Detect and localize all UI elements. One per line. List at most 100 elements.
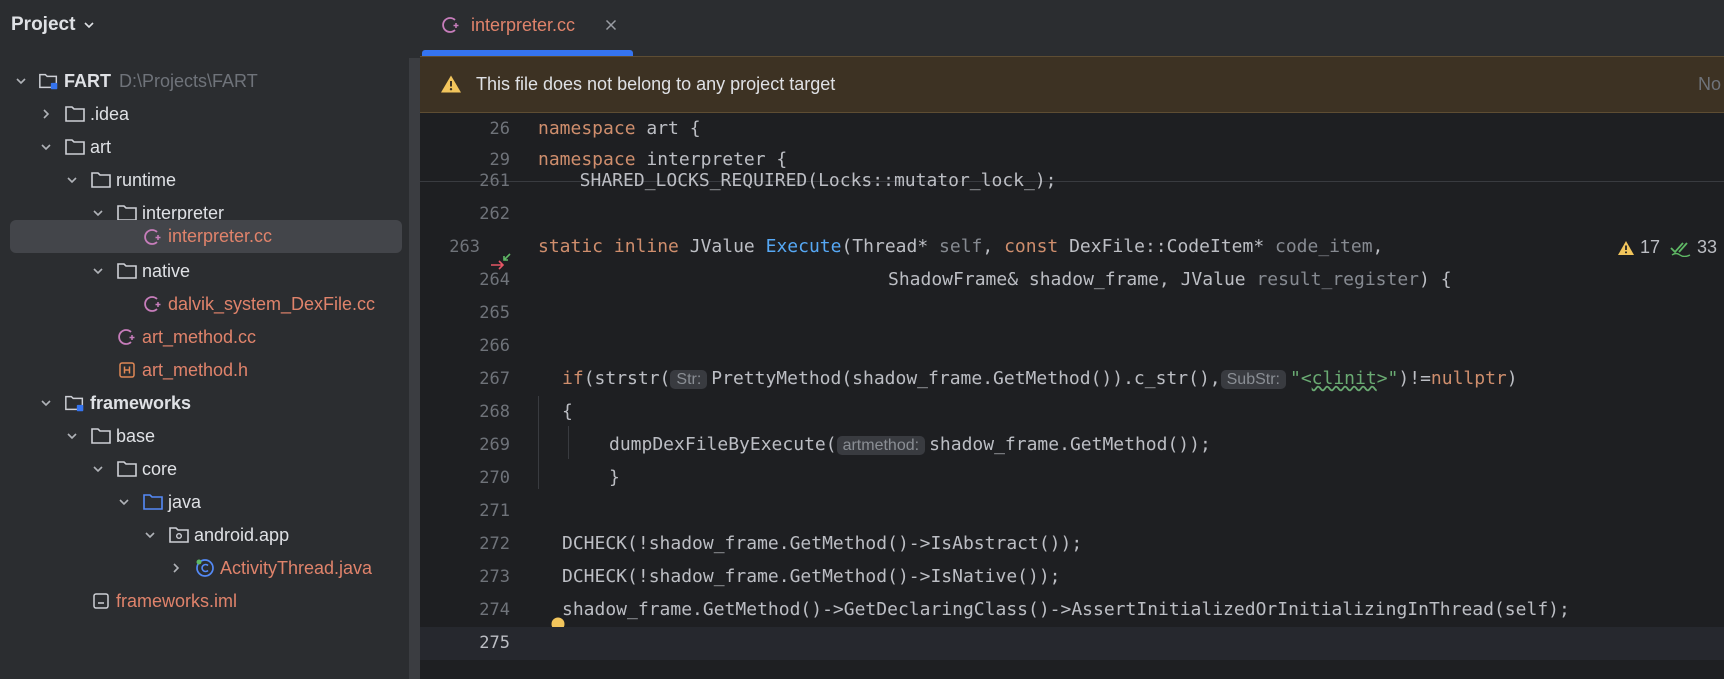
project-tree: FART D:\Projects\FART .idea art runtime i… (0, 63, 406, 611)
tree-node-label: interpreter.cc (168, 226, 273, 246)
code-line[interactable]: 269 dumpDexFileByExecute(artmethod: shado… (420, 429, 1724, 462)
tree-node-fart[interactable]: FART D:\Projects\FART (0, 63, 406, 99)
warning-icon (440, 74, 462, 99)
project-path: D:\Projects\FART (119, 70, 258, 91)
code-line[interactable]: 270 } (420, 462, 1724, 495)
code-line[interactable]: 273 DCHECK(!shadow_frame.GetMethod()->Is… (420, 561, 1724, 594)
chevron-right-icon[interactable] (39, 107, 53, 121)
code-keyword: namespace (538, 118, 636, 139)
banner-message: This file does not belong to any project… (476, 74, 836, 94)
code-text-part: , (982, 236, 1005, 257)
sticky-line[interactable]: 26 namespace art { (420, 113, 1724, 146)
editor-tab-bar: interpreter.cc (420, 0, 1724, 56)
tree-node-label: FART (64, 70, 111, 91)
cpp-file-icon (142, 226, 164, 248)
folder-icon (64, 136, 86, 158)
code-text: if(strstr(Str: PrettyMethod(shadow_frame.… (562, 368, 1518, 389)
code-string-part: >" (1376, 368, 1399, 389)
line-number: 272 (479, 534, 510, 554)
code-line[interactable]: 265 (420, 297, 1724, 330)
code-line[interactable]: 274 shadow_frame.GetMethod()->GetDeclari… (420, 594, 1724, 627)
tree-node-label: java (168, 491, 202, 512)
line-number: 263 (449, 237, 480, 257)
code-line[interactable]: 264 ShadowFrame& shadow_frame, JValue re… (420, 264, 1724, 297)
code-editor[interactable]: 26 namespace art { 29 namespace interpre… (420, 113, 1724, 679)
code-keyword: inline (613, 236, 679, 257)
chevron-down-icon[interactable] (65, 173, 79, 187)
code-keyword: nullptr (1430, 368, 1507, 389)
chevron-down-icon[interactable] (39, 140, 53, 154)
line-number: 266 (479, 336, 510, 356)
code-string-typo: clinit (1311, 368, 1377, 389)
banner-action-link[interactable]: No (1698, 74, 1721, 95)
chevron-right-icon[interactable] (169, 561, 183, 575)
chevron-down-icon (83, 19, 95, 31)
code-line[interactable]: 263 static inline JValue Execute(Thread*… (420, 231, 1724, 264)
code-text-part: art { (635, 118, 701, 139)
module-file-icon (90, 590, 112, 612)
code-line-current[interactable]: 275 (420, 627, 1724, 660)
line-number: 262 (479, 204, 510, 224)
chevron-down-icon[interactable] (117, 495, 131, 509)
folder-icon (116, 458, 138, 480)
chevron-down-icon[interactable] (14, 74, 28, 88)
tab-interpreter-cc[interactable]: interpreter.cc (420, 0, 633, 56)
line-number: 275 (479, 633, 510, 653)
code-text: dumpDexFileByExecute(artmethod: shadow_fr… (609, 434, 1211, 455)
code-text-part: ShadowFrame& shadow_frame, JValue (888, 269, 1257, 290)
code-text-part: (strstr( (583, 368, 671, 389)
cpp-file-icon (116, 326, 138, 348)
tree-node-label: core (142, 458, 178, 479)
chevron-down-icon[interactable] (143, 528, 157, 542)
code-line[interactable]: 272 DCHECK(!shadow_frame.GetMethod()->Is… (420, 528, 1724, 561)
code-text-part: (Thread* (841, 236, 940, 257)
code-text: } (609, 467, 620, 488)
tree-node-label: art_method.cc (142, 326, 257, 347)
chevron-down-icon[interactable] (91, 462, 105, 476)
tree-node-label: native (142, 260, 191, 281)
chevron-down-icon[interactable] (39, 396, 53, 410)
tree-node-label: .idea (90, 103, 130, 124)
cpp-file-icon (440, 14, 462, 41)
project-tree-scrollbar[interactable] (409, 58, 420, 679)
code-string-part: "< (1289, 368, 1312, 389)
code-line[interactable]: 268 { (420, 396, 1724, 429)
chevron-down-icon[interactable] (91, 206, 105, 220)
code-text: static inline JValue Execute(Thread* sel… (538, 236, 1383, 257)
close-icon[interactable] (602, 16, 620, 34)
code-text: { (562, 401, 573, 422)
code-line[interactable]: 266 (420, 330, 1724, 363)
code-text-part: ) { (1419, 269, 1452, 290)
cpp-file-icon (142, 293, 164, 315)
parameter-hint-artmethod: artmethod: (836, 436, 926, 455)
code-parameter: code_item (1275, 236, 1373, 257)
chevron-down-icon[interactable] (65, 429, 79, 443)
code-line[interactable]: 267 if(strstr(Str: PrettyMethod(shadow_fr… (420, 363, 1724, 396)
project-tool-window: Project FART D:\Projects\FART .idea art r… (0, 0, 420, 679)
project-view-selector[interactable]: Project (11, 10, 95, 40)
code-text: ShadowFrame& shadow_frame, JValue result… (888, 269, 1452, 290)
code-text-part: , (1372, 236, 1384, 257)
code-text: SHARED_LOCKS_REQUIRED(Locks::mutator_loc… (558, 170, 1057, 191)
code-text-part: PrettyMethod(shadow_frame.GetMethod()).c… (711, 368, 1221, 389)
code-line[interactable]: 262 (420, 198, 1724, 231)
panel-title: Project (11, 14, 76, 35)
code-line[interactable]: 271 (420, 495, 1724, 528)
folder-icon (64, 103, 86, 125)
line-number: 270 (479, 468, 510, 488)
tree-node-label: ActivityThread.java (220, 557, 373, 578)
tree-node-interpreter-cc[interactable]: interpreter.cc (10, 220, 402, 253)
code-text: shadow_frame.GetMethod()->GetDeclaringCl… (562, 599, 1570, 620)
line-number: 261 (479, 171, 510, 191)
code-text-part: DexFile::CodeItem* (1058, 236, 1275, 257)
chevron-down-icon[interactable] (91, 264, 105, 278)
code-parameter: result_register (1256, 269, 1420, 290)
folder-icon (90, 169, 112, 191)
code-function: Execute (765, 236, 842, 257)
tab-label: interpreter.cc (471, 15, 576, 35)
tree-node-label: art (90, 136, 112, 157)
code-text: namespace art { (538, 118, 701, 139)
tree-node-label: dalvik_system_DexFile.cc (168, 293, 376, 314)
code-text-part: ) (1506, 368, 1518, 389)
code-line[interactable]: 261 SHARED_LOCKS_REQUIRED(Locks::mutator… (420, 165, 1724, 198)
